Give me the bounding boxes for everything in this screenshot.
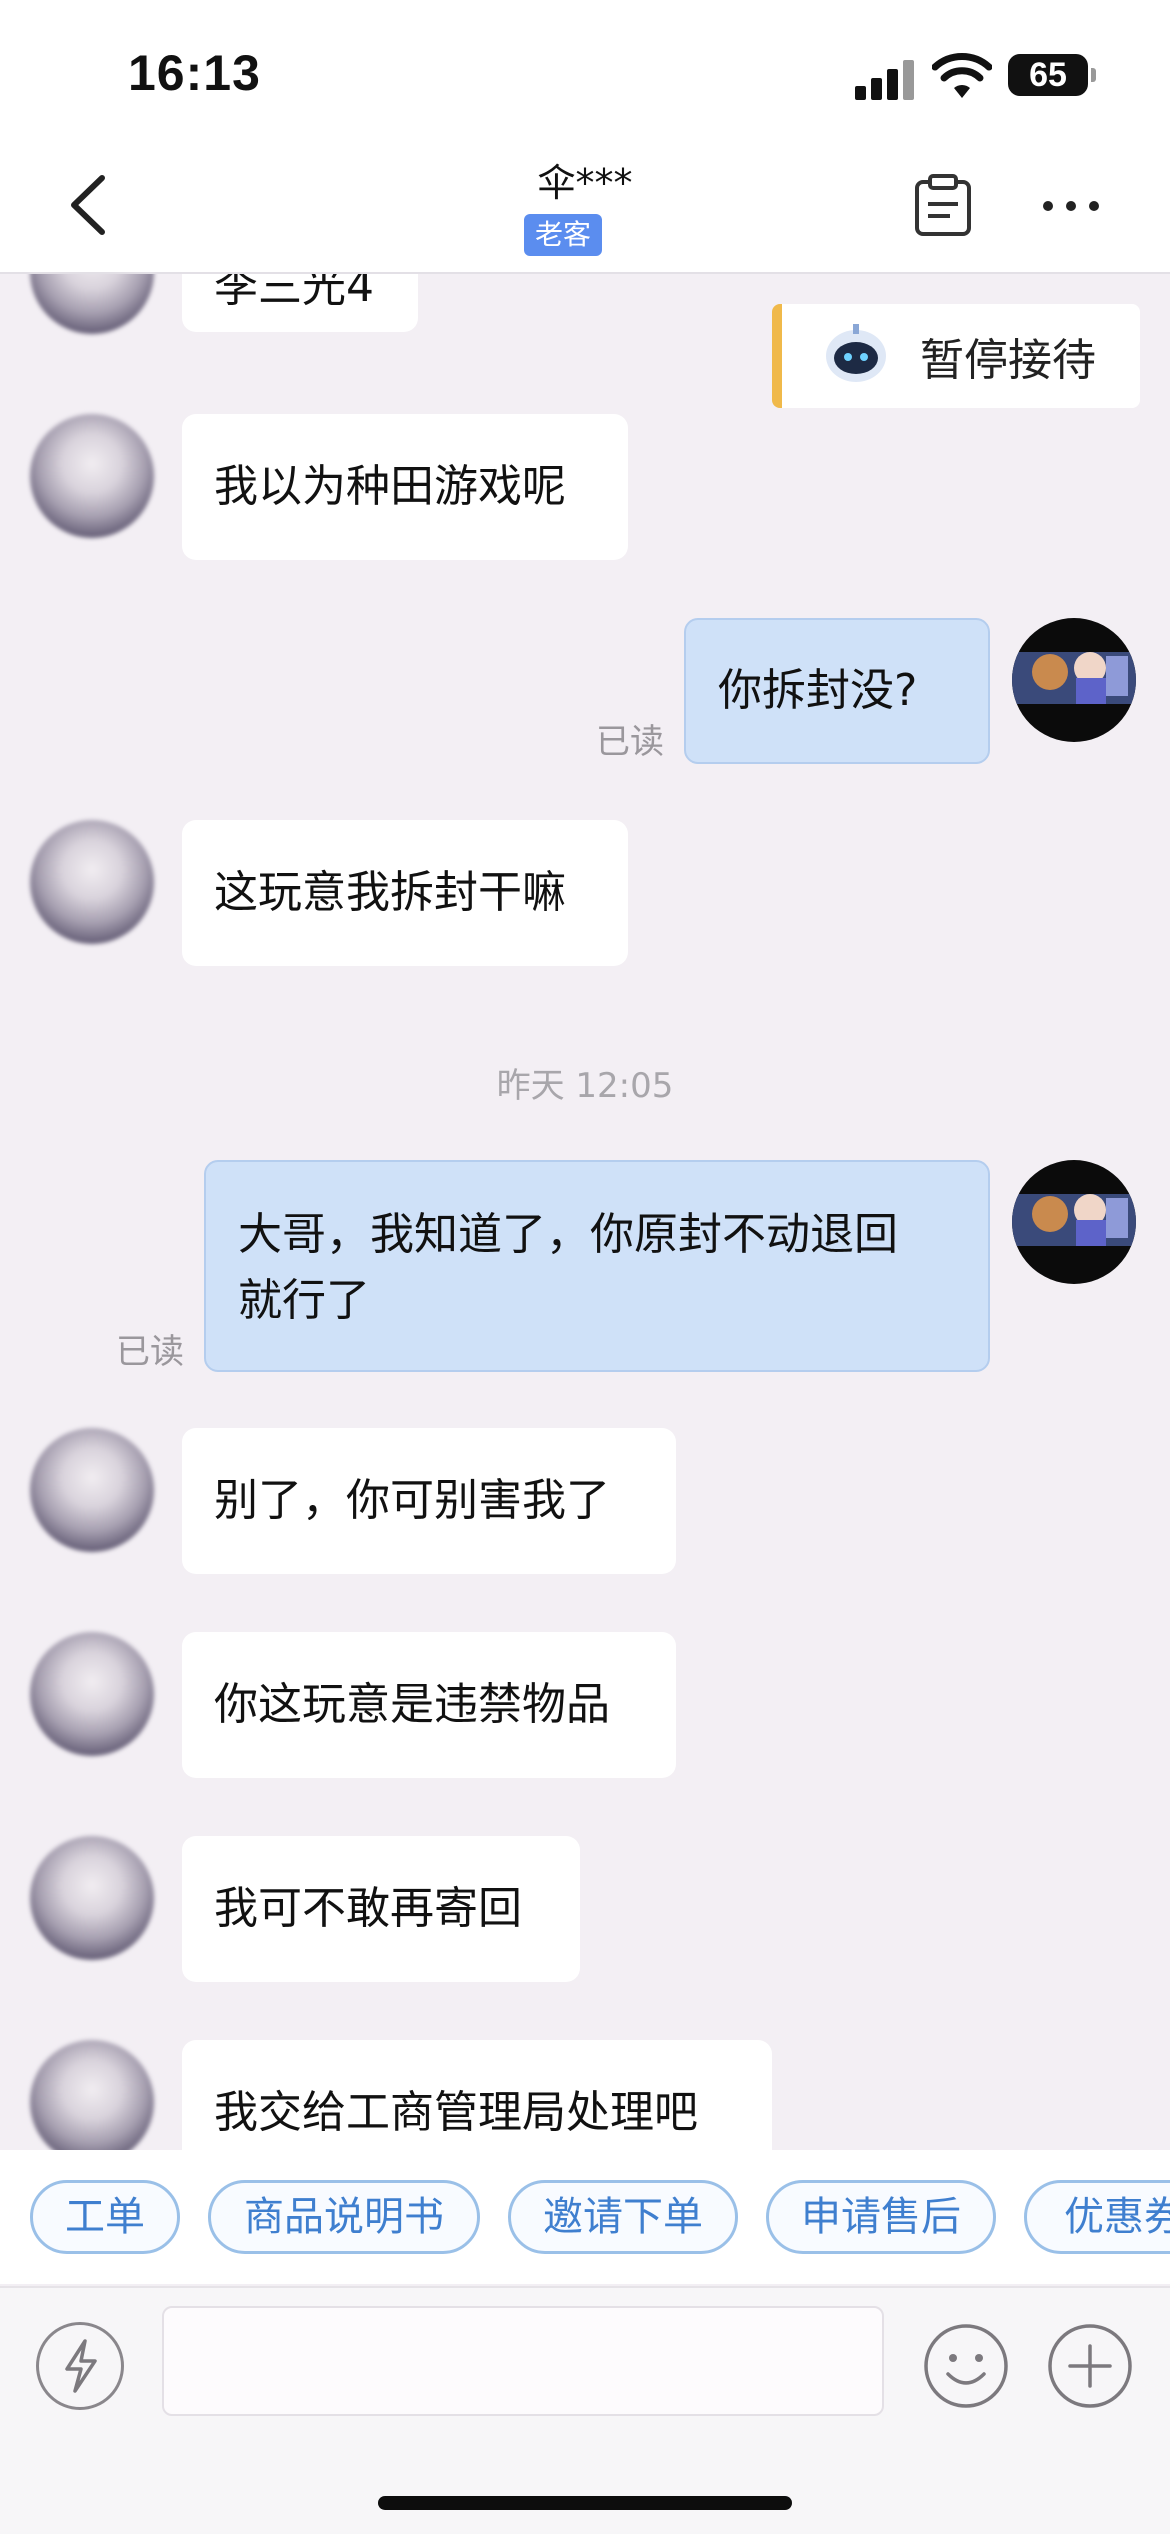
message-bubble-incoming[interactable]: 李三光4 (182, 274, 418, 332)
signal-icon (855, 58, 915, 100)
quick-reply-coupon[interactable]: 优惠券 (1024, 2180, 1170, 2254)
contact-name: 伞*** (537, 161, 633, 205)
timestamp: 昨天 12:05 (496, 1066, 674, 1106)
agent-avatar[interactable] (1012, 618, 1136, 742)
quick-reply-manual[interactable]: 商品说明书 (208, 2180, 480, 2254)
customer-badge: 老客 (524, 214, 602, 256)
customer-avatar[interactable] (30, 1836, 154, 1960)
message-bubble-incoming[interactable]: 我以为种田游戏呢 (182, 414, 628, 560)
status-bar: 16:13 65 (0, 0, 1170, 140)
agent-avatar-image (1012, 1194, 1136, 1246)
message-list[interactable]: 李三光4 暂停接待 我以为种田游戏呢 已读 你拆封没? 这玩意我拆封干嘛 昨天 … (0, 274, 1170, 2150)
message-text: 李三光4 (214, 274, 374, 312)
quick-reply-work-order[interactable]: 工单 (30, 2180, 180, 2254)
message-text: 别了，你可别害我了 (214, 1475, 610, 1526)
message-text: 你这玩意是违禁物品 (214, 1679, 610, 1730)
clipboard-icon[interactable] (912, 174, 974, 238)
quick-reply-invite-order[interactable]: 邀请下单 (508, 2180, 738, 2254)
quick-reply-bar[interactable]: 工单 商品说明书 邀请下单 申请售后 优惠券 (0, 2150, 1170, 2284)
quick-reply-after-sales[interactable]: 申请售后 (766, 2180, 996, 2254)
wifi-icon (932, 53, 992, 98)
emoji-icon[interactable] (922, 2322, 1010, 2410)
customer-avatar[interactable] (30, 1428, 154, 1552)
pause-reception-button[interactable]: 暂停接待 (772, 304, 1140, 408)
message-text: 我交给工商管理局处理吧 (214, 2087, 698, 2138)
pause-reception-label: 暂停接待 (920, 335, 1096, 386)
message-bubble-incoming[interactable]: 我可不敢再寄回 (182, 1836, 580, 1982)
home-indicator (378, 2496, 792, 2510)
customer-avatar[interactable] (30, 2040, 154, 2150)
agent-avatar-image (1012, 652, 1136, 704)
read-receipt: 已读 (116, 1332, 184, 1372)
message-bubble-outgoing[interactable]: 你拆封没? (684, 618, 990, 764)
read-receipt: 已读 (596, 722, 664, 762)
message-bubble-incoming[interactable]: 别了，你可别害我了 (182, 1428, 676, 1574)
message-input[interactable] (162, 2306, 884, 2416)
status-time: 16:13 (128, 45, 261, 101)
message-bubble-incoming[interactable]: 这玩意我拆封干嘛 (182, 820, 628, 966)
lightning-glyph (65, 2339, 97, 2393)
customer-avatar[interactable] (30, 820, 154, 944)
message-text-line2: 就行了 (238, 1275, 370, 1326)
message-bubble-incoming[interactable]: 我交给工商管理局处理吧 (182, 2040, 772, 2150)
robot-icon (826, 324, 886, 382)
customer-avatar[interactable] (30, 274, 154, 334)
message-text: 我可不敢再寄回 (214, 1883, 522, 1934)
message-bubble-outgoing[interactable]: 大哥，我知道了，你原封不动退回 就行了 (204, 1160, 990, 1372)
lightning-icon[interactable] (36, 2322, 124, 2410)
input-bar (0, 2286, 1170, 2534)
message-text: 大哥，我知道了，你原封不动退回 (238, 1209, 898, 1260)
message-text: 你拆封没? (718, 665, 918, 716)
message-text: 这玩意我拆封干嘛 (214, 867, 566, 918)
message-text: 我以为种田游戏呢 (214, 461, 566, 512)
more-dots-icon[interactable] (1040, 196, 1102, 216)
customer-avatar[interactable] (30, 1632, 154, 1756)
customer-avatar[interactable] (30, 414, 154, 538)
battery-indicator: 65 (1008, 54, 1096, 96)
agent-avatar[interactable] (1012, 1160, 1136, 1284)
message-bubble-incoming[interactable]: 你这玩意是违禁物品 (182, 1632, 676, 1778)
chat-header: 伞*** 老客 (0, 140, 1170, 274)
plus-icon[interactable] (1046, 2322, 1134, 2410)
